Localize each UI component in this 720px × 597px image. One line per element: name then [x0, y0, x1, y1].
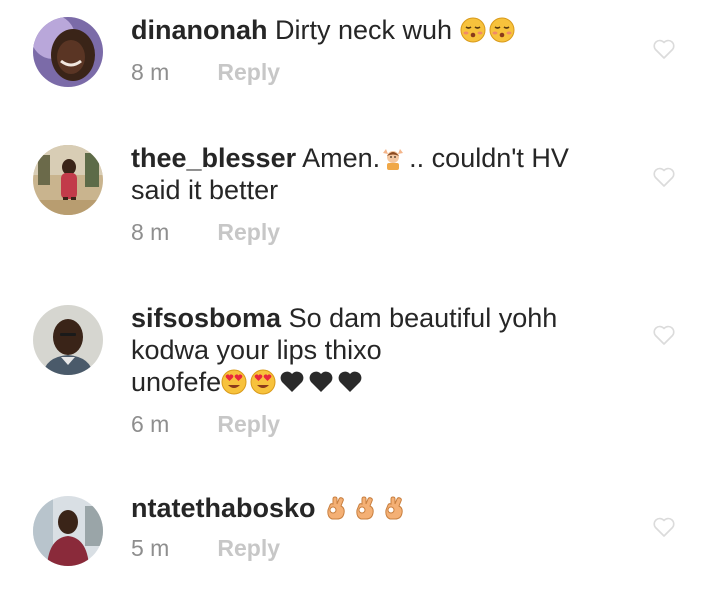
- comment-timestamp: 6 m: [131, 411, 170, 437]
- comment-username[interactable]: sifsosboma: [131, 303, 281, 333]
- comment-username[interactable]: ntatethabosko: [131, 493, 316, 523]
- comment-meta: 8 m Reply: [131, 218, 611, 246]
- like-heart-icon[interactable]: [652, 38, 676, 60]
- like-heart-icon[interactable]: [652, 324, 676, 346]
- comment-text: dinanonah Dirty neck wuh: [131, 14, 611, 46]
- comment-message-line3: unofefe: [131, 367, 222, 397]
- comment-meta: 5 m Reply: [131, 534, 611, 562]
- kissing-face-closed-eyes-emoji: [489, 17, 515, 43]
- avatar[interactable]: [33, 17, 103, 87]
- comment-meta: 8 m Reply: [131, 58, 611, 86]
- ok-hand-emoji: [352, 495, 378, 521]
- comment-message: .. couldn't HV: [409, 143, 569, 173]
- comment-message-line2: kodwa your lips thixo: [131, 335, 382, 365]
- like-heart-icon[interactable]: [652, 516, 676, 538]
- like-heart-icon[interactable]: [652, 166, 676, 188]
- avatar[interactable]: [33, 145, 103, 215]
- comment-message: Dirty neck wuh: [275, 15, 453, 45]
- avatar[interactable]: [33, 496, 103, 566]
- comment-timestamp: 8 m: [131, 219, 170, 245]
- comment-text: thee_blesser Amen. .. couldn't HV said i…: [131, 142, 611, 206]
- kissing-face-closed-eyes-emoji: [460, 17, 486, 43]
- comment-meta: 6 m Reply: [131, 410, 611, 438]
- heart-eyes-emoji: [250, 369, 276, 395]
- black-heart-emoji: [308, 369, 334, 395]
- comment-timestamp: 5 m: [131, 535, 170, 561]
- heart-eyes-emoji: [221, 369, 247, 395]
- ok-hand-emoji: [323, 495, 349, 521]
- ok-hand-emoji: [381, 495, 407, 521]
- comment-message: Amen.: [302, 143, 381, 173]
- comment-timestamp: 8 m: [131, 59, 170, 85]
- comment-username[interactable]: thee_blesser: [131, 143, 296, 173]
- reply-button[interactable]: Reply: [217, 535, 280, 561]
- avatar[interactable]: [33, 305, 103, 375]
- person-raising-hands-emoji: [380, 145, 406, 171]
- reply-button[interactable]: Reply: [217, 219, 280, 245]
- comment-text: ntatethabosko: [131, 492, 611, 524]
- comment-text: sifsosboma So dam beautiful yohh kodwa y…: [131, 302, 611, 398]
- comment-message-line2: said it better: [131, 175, 279, 205]
- black-heart-emoji: [279, 369, 305, 395]
- reply-button[interactable]: Reply: [217, 59, 280, 85]
- reply-button[interactable]: Reply: [217, 411, 280, 437]
- black-heart-emoji: [337, 369, 363, 395]
- comment-username[interactable]: dinanonah: [131, 15, 268, 45]
- comment-message: So dam beautiful yohh: [288, 303, 558, 333]
